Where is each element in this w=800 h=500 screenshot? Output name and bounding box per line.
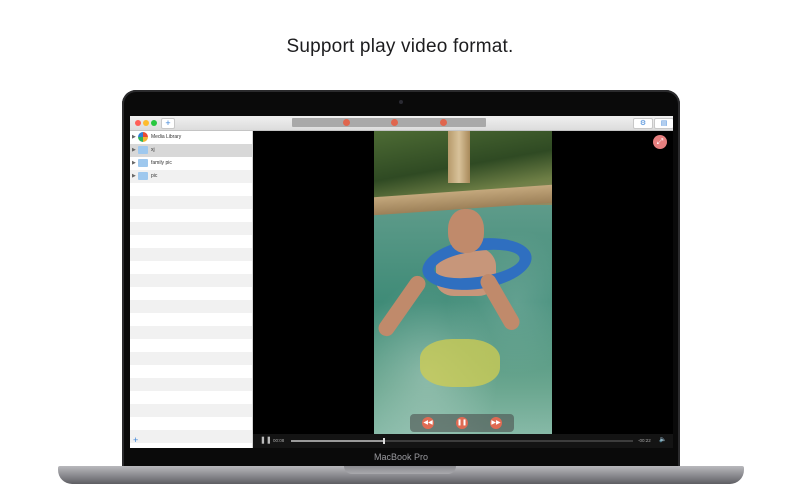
pause-button[interactable]: ❚❚: [456, 417, 468, 429]
disclosure-triangle-icon[interactable]: ▶: [132, 134, 136, 140]
sidebar-add-button[interactable]: +: [133, 436, 138, 445]
fast-forward-icon: ▶▶: [491, 420, 501, 426]
video-player[interactable]: ⤢ ◀◀ ❚❚ ▶▶ ❚❚ 00:08 -00:22 🔈: [253, 131, 673, 448]
swimmer-head: [448, 209, 484, 253]
disclosure-triangle-icon[interactable]: ▶: [132, 147, 136, 153]
disclosure-triangle-icon[interactable]: ▶: [132, 160, 136, 166]
sidebar-item-family-pic[interactable]: ▶ family pic: [130, 157, 252, 170]
sidebar-item-pic[interactable]: ▶ pic: [130, 170, 252, 183]
title-bar: + ⚙ ▤: [130, 116, 673, 131]
device-label: MacBook Pro: [373, 452, 429, 462]
folder-icon: [138, 159, 148, 167]
elapsed-time: 00:08: [273, 438, 285, 443]
progress-knob[interactable]: [383, 438, 386, 444]
progress-track[interactable]: [291, 438, 633, 444]
rewind-button[interactable]: ◀◀: [422, 417, 434, 429]
fullscreen-button[interactable]: ⤢: [653, 135, 667, 149]
close-window-button[interactable]: [135, 120, 141, 126]
media-library-icon: [138, 132, 148, 142]
promo-caption: Support play video format.: [286, 36, 514, 57]
gear-icon: ⚙: [639, 120, 647, 127]
progress-fill: [291, 440, 384, 442]
overlay-controls: ◀◀ ❚❚ ▶▶: [410, 414, 514, 432]
rewind-icon: ◀◀: [423, 420, 433, 426]
add-library-button[interactable]: +: [161, 118, 175, 129]
minimize-window-button[interactable]: [143, 120, 149, 126]
plus-icon: +: [165, 118, 171, 128]
rewind-icon[interactable]: [343, 119, 350, 126]
sidebar-toggle-button[interactable]: ▤: [654, 118, 673, 129]
camera-dot: [399, 100, 403, 104]
sidebar-toggle-icon: ▤: [660, 120, 668, 127]
sidebar: ▶ Media Library ▶ xj ▶ family pic ▶ pic …: [130, 131, 253, 448]
sidebar-item-xj[interactable]: ▶ xj: [130, 144, 252, 157]
laptop-base: [58, 466, 744, 484]
play-icon[interactable]: [391, 119, 398, 126]
fast-forward-button[interactable]: ▶▶: [490, 417, 502, 429]
pause-icon[interactable]: ❚❚: [260, 437, 272, 444]
sidebar-item-media-library[interactable]: ▶ Media Library: [130, 131, 252, 144]
volume-icon[interactable]: 🔈: [659, 437, 666, 444]
disclosure-triangle-icon[interactable]: ▶: [132, 173, 136, 179]
zoom-window-button[interactable]: [151, 120, 157, 126]
swimmer-shorts: [420, 339, 500, 387]
top-transport-bar: [292, 118, 486, 127]
remaining-time: -00:22: [638, 438, 651, 443]
folder-icon: [138, 146, 148, 154]
fast-forward-icon[interactable]: [440, 119, 447, 126]
folder-icon: [138, 172, 148, 180]
lid-notch: [344, 466, 456, 474]
app-window: + ⚙ ▤ ▶ Media Library ▶ xj ▶ family pic …: [130, 116, 673, 448]
settings-button[interactable]: ⚙: [633, 118, 653, 129]
video-frame: [374, 131, 552, 448]
laptop-lid: + ⚙ ▤ ▶ Media Library ▶ xj ▶ family pic …: [122, 90, 680, 468]
fullscreen-icon: ⤢: [656, 137, 664, 146]
wooden-pillar: [448, 131, 470, 183]
timeline-bar: ❚❚ 00:08 -00:22 🔈: [253, 434, 673, 448]
pause-icon: ❚❚: [456, 420, 468, 426]
